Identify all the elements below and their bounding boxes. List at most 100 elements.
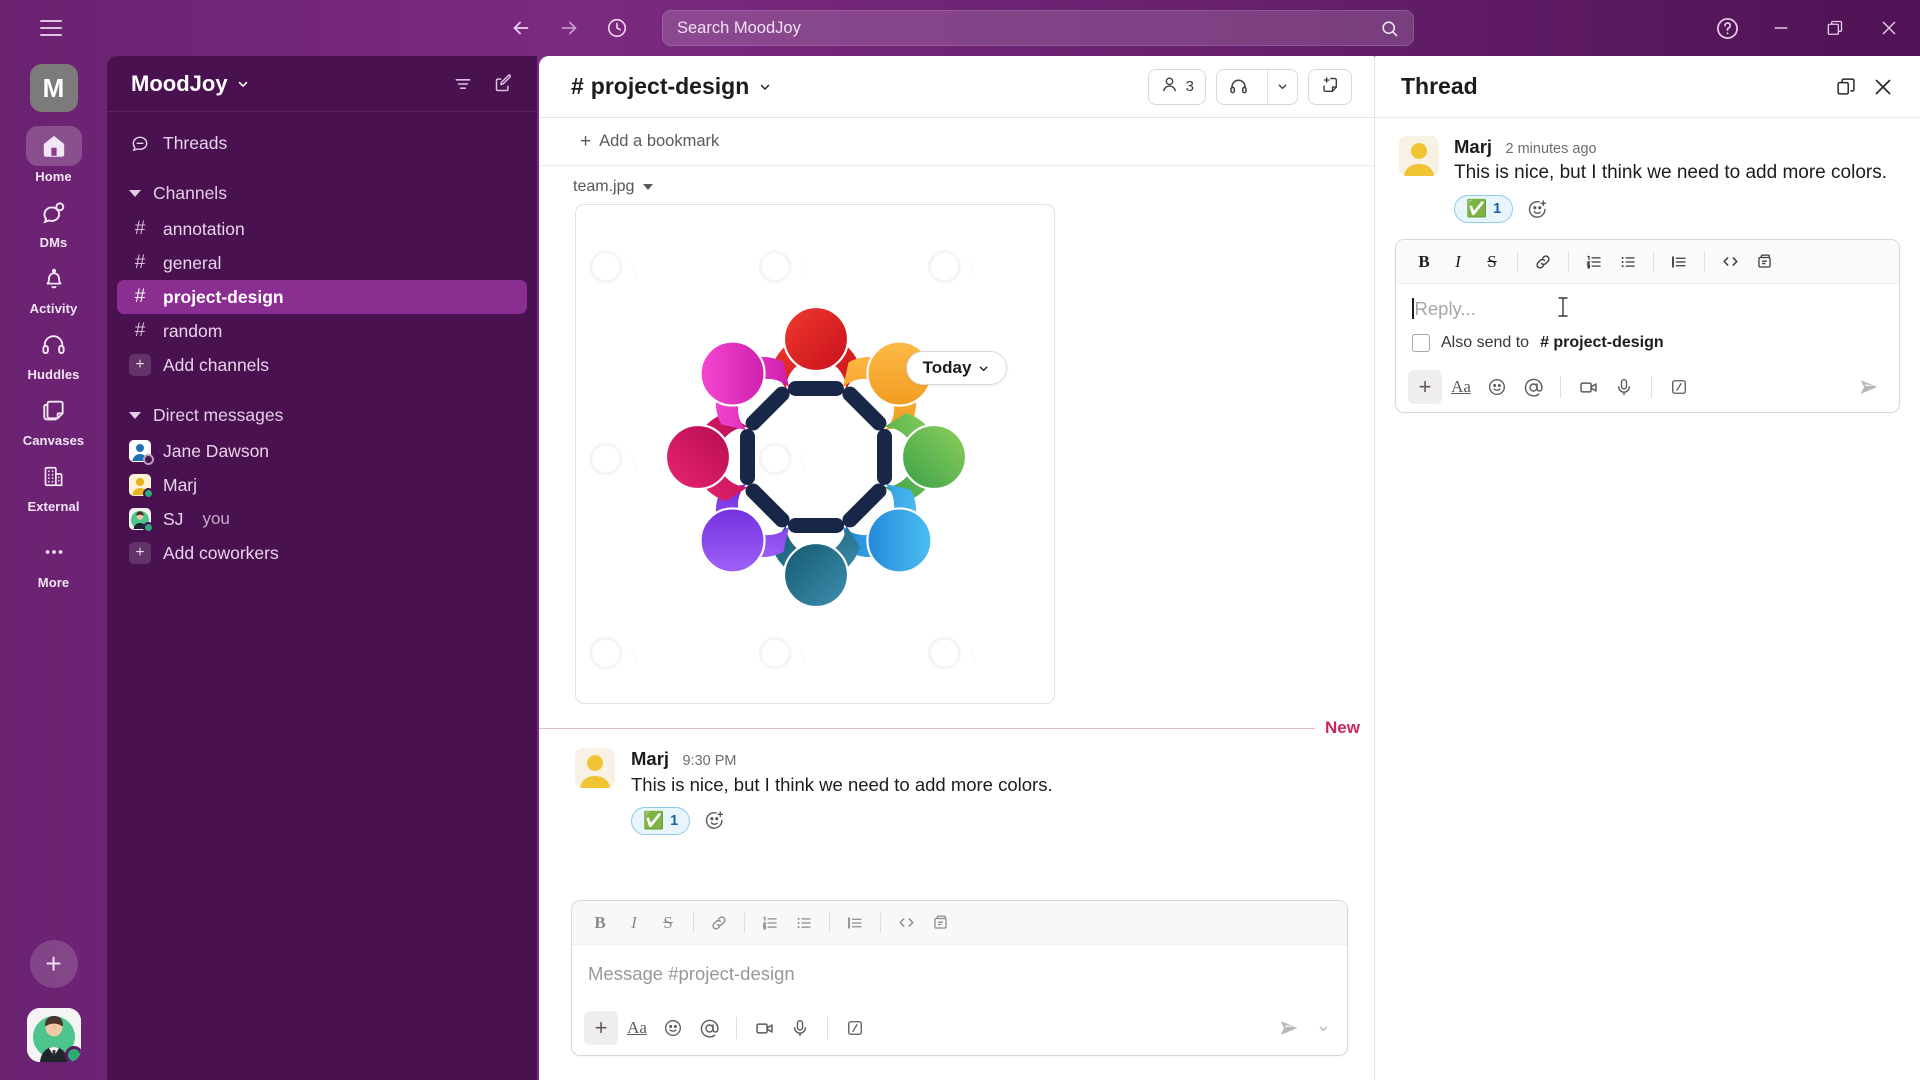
message-timestamp[interactable]: 9:30 PM <box>683 753 737 769</box>
minimize-icon[interactable] <box>1754 3 1808 53</box>
rail-item-home[interactable]: Home <box>18 126 90 184</box>
members-button[interactable]: 3 <box>1147 68 1206 105</box>
compose-icon[interactable] <box>485 66 521 102</box>
thread-message-timestamp[interactable]: 2 minutes ago <box>1506 141 1597 157</box>
attach-plus-icon[interactable]: + <box>1408 370 1442 405</box>
at-mention-icon[interactable] <box>692 1011 726 1045</box>
link-icon[interactable] <box>1527 247 1559 277</box>
avatar[interactable] <box>1399 136 1439 176</box>
new-button[interactable]: + <box>29 940 78 988</box>
message-input[interactable]: Message #project-design <box>572 945 1347 1001</box>
send-icon[interactable] <box>1851 371 1887 403</box>
code-icon[interactable] <box>1714 247 1746 277</box>
also-send-checkbox[interactable] <box>1412 334 1430 353</box>
chevron-down-icon[interactable] <box>1267 69 1297 104</box>
rail-item-external[interactable]: External <box>18 456 90 514</box>
link-icon[interactable] <box>703 908 735 938</box>
add-reaction-icon[interactable] <box>1522 195 1552 223</box>
blockquote-icon[interactable] <box>839 908 871 938</box>
rail-item-canvases[interactable]: Canvases <box>18 390 90 448</box>
video-icon[interactable] <box>747 1011 781 1045</box>
italic-button[interactable]: I <box>618 908 650 938</box>
page-title[interactable]: # project-design <box>571 73 772 100</box>
italic-button[interactable]: I <box>1442 247 1474 277</box>
formatting-aa-button[interactable]: Aa <box>1444 370 1478 404</box>
arrow-left-icon[interactable] <box>506 13 536 43</box>
search-icon[interactable] <box>1380 19 1399 38</box>
code-block-icon[interactable] <box>924 908 956 938</box>
sidebar-section-direct-messages[interactable]: Direct messages <box>117 398 527 432</box>
channel-name: project-design <box>590 73 750 99</box>
hamburger-icon[interactable] <box>28 5 74 51</box>
send-options-chevron-down-icon[interactable] <box>1311 1012 1335 1044</box>
reaction-check-mark[interactable]: ✅ 1 <box>1454 195 1514 224</box>
formatting-aa-button[interactable]: Aa <box>620 1011 654 1045</box>
slash-shortcut-icon[interactable] <box>838 1011 872 1045</box>
code-icon[interactable] <box>890 908 922 938</box>
emoji-icon[interactable] <box>656 1011 690 1045</box>
microphone-icon[interactable] <box>783 1011 817 1045</box>
sidebar-item-add-channels[interactable]: + Add channels <box>117 348 527 382</box>
rail-item-activity[interactable]: Activity <box>18 258 90 316</box>
sidebar-section-channels[interactable]: Channels <box>117 176 527 210</box>
file-name[interactable]: team.jpg <box>573 178 634 196</box>
bulleted-list-icon[interactable] <box>788 908 820 938</box>
help-circle-icon[interactable] <box>1700 3 1754 53</box>
sidebar-item-dm-sj[interactable]: SJ you <box>117 502 527 536</box>
bold-button[interactable]: B <box>1408 247 1440 277</box>
restore-icon[interactable] <box>1808 3 1862 53</box>
sidebar-item-annotation[interactable]: # annotation <box>117 212 527 246</box>
at-mention-icon[interactable] <box>1516 370 1550 404</box>
open-in-window-icon[interactable] <box>1826 68 1864 106</box>
rail-item-huddles[interactable]: Huddles <box>18 324 90 382</box>
video-icon[interactable] <box>1571 370 1605 404</box>
avatar[interactable] <box>26 1008 81 1062</box>
also-send-row[interactable]: Also send to # project-design <box>1396 330 1899 362</box>
sidebar-item-random[interactable]: # random <box>117 314 527 348</box>
thread-reply-input[interactable]: Reply... <box>1396 284 1899 330</box>
date-divider-today[interactable]: Today <box>905 351 1008 385</box>
arrow-right-icon[interactable] <box>554 13 584 43</box>
blockquote-icon[interactable] <box>1663 247 1695 277</box>
send-icon[interactable] <box>1271 1012 1307 1044</box>
headphones-icon[interactable] <box>1217 70 1260 104</box>
search-input[interactable]: Search MoodJoy <box>662 10 1414 46</box>
bulleted-list-icon[interactable] <box>1612 247 1644 277</box>
sidebar-item-dm-jane-dawson[interactable]: Jane Dawson <box>117 434 527 468</box>
add-reaction-icon[interactable] <box>699 807 729 835</box>
attach-plus-icon[interactable]: + <box>584 1011 618 1045</box>
thread-message-author[interactable]: Marj <box>1454 136 1492 157</box>
image-attachment[interactable]: \ \ \ \ \ \ \ \ \ <box>575 204 1055 704</box>
close-icon[interactable] <box>1862 3 1916 53</box>
avatar[interactable] <box>575 748 615 788</box>
microphone-icon[interactable] <box>1607 370 1641 404</box>
code-block-icon[interactable] <box>1748 247 1780 277</box>
rail-item-dms[interactable]: DMs <box>18 192 90 250</box>
sidebar-item-project-design[interactable]: # project-design <box>117 280 527 314</box>
workspace-badge[interactable]: M <box>29 64 78 112</box>
rail-item-more[interactable]: More <box>18 532 90 590</box>
strikethrough-button[interactable]: S <box>1476 247 1508 277</box>
sidebar-item-threads[interactable]: Threads <box>117 126 527 160</box>
ordered-list-icon[interactable] <box>754 908 786 938</box>
add-canvas-button[interactable] <box>1308 68 1352 105</box>
sidebar-item-dm-marj[interactable]: Marj <box>117 468 527 502</box>
message-author[interactable]: Marj <box>631 748 669 769</box>
huddle-button[interactable] <box>1216 68 1298 105</box>
add-bookmark-label: Add a bookmark <box>599 132 720 150</box>
clock-icon[interactable] <box>602 13 632 43</box>
sidebar-item-general[interactable]: # general <box>117 246 527 280</box>
slash-shortcut-icon[interactable] <box>1662 370 1696 404</box>
filter-icon[interactable] <box>445 66 481 102</box>
workspace-switcher[interactable]: MoodJoy <box>131 71 445 97</box>
add-bookmark-button[interactable]: + Add a bookmark <box>571 127 728 156</box>
hash-icon: # <box>571 73 584 99</box>
sidebar-item-add-coworkers[interactable]: + Add coworkers <box>117 536 527 570</box>
ordered-list-icon[interactable] <box>1578 247 1610 277</box>
caret-down-icon[interactable] <box>643 184 654 190</box>
close-icon[interactable] <box>1864 68 1902 106</box>
bold-button[interactable]: B <box>584 908 616 938</box>
reaction-check-mark[interactable]: ✅ 1 <box>631 806 691 835</box>
emoji-icon[interactable] <box>1480 370 1514 404</box>
strikethrough-button[interactable]: S <box>652 908 684 938</box>
